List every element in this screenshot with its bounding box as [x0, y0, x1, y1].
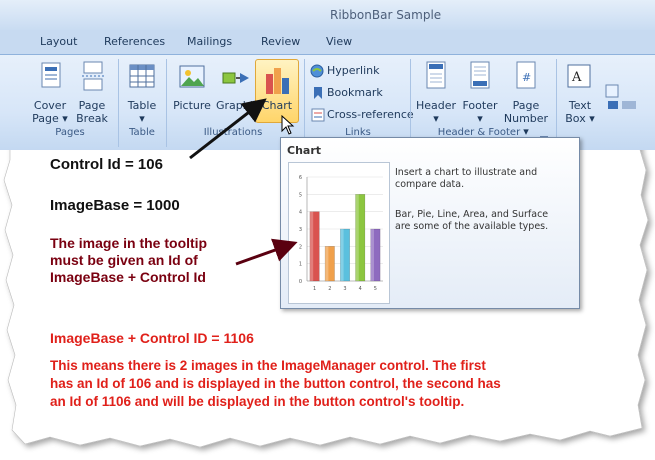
- image-base-note: ImageBase = 1000: [50, 197, 180, 214]
- arrow-to-chart-button: [189, 98, 267, 160]
- explanation-line1: This means there is 2 images in the Imag…: [50, 358, 486, 373]
- explanation-line2: has an Id of 106 and is displayed in the…: [50, 376, 501, 391]
- explanation-note: This means there is 2 images in the Imag…: [50, 357, 501, 411]
- tooltip-id-note-line2: must be given an Id of: [50, 252, 198, 268]
- sum-note: ImageBase + Control ID = 1106: [50, 330, 254, 346]
- tooltip-id-note: The image in the tooltip must be given a…: [50, 235, 207, 286]
- tooltip-id-note-line3: ImageBase + Control Id: [50, 269, 206, 285]
- explanation-line3: an Id of 1106 and will be displayed in t…: [50, 394, 465, 409]
- tooltip-id-note-line1: The image in the tooltip: [50, 235, 208, 251]
- arrow-to-tooltip-image: [235, 238, 298, 266]
- control-id-note: Control Id = 106: [50, 156, 163, 173]
